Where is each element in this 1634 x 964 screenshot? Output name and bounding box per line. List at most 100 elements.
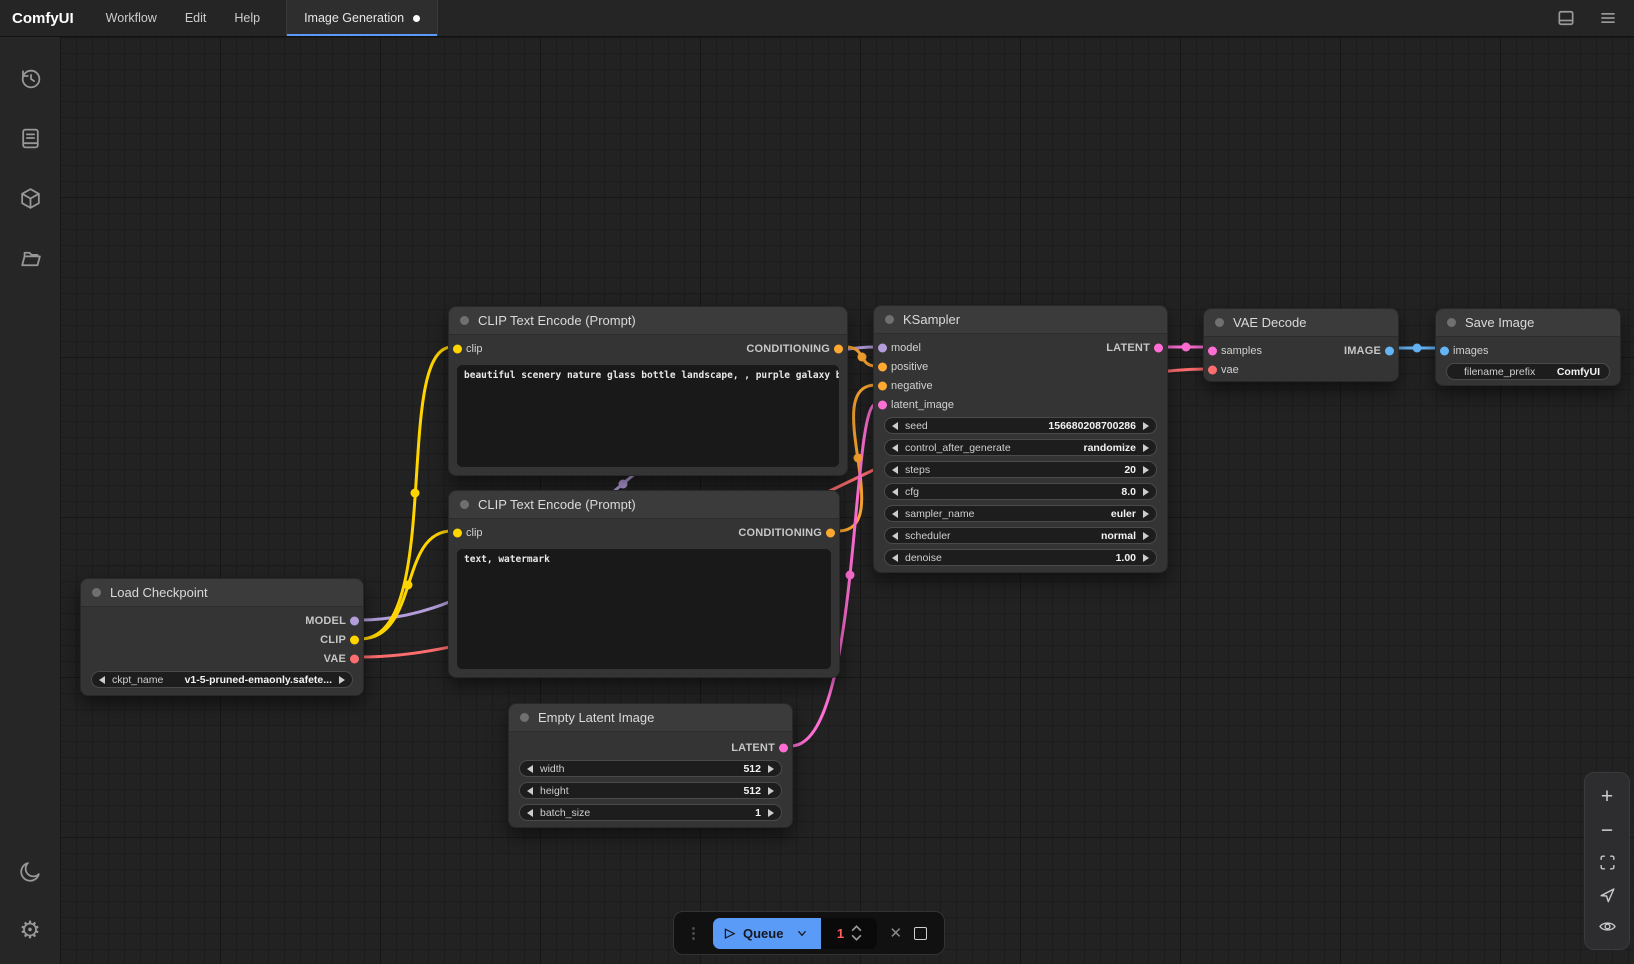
control-after-generate-widget[interactable]: control_after_generate randomize — [884, 439, 1157, 456]
node-library-button[interactable] — [13, 121, 47, 155]
node-load-checkpoint[interactable]: Load Checkpoint MODEL CLIP VAE ckpt_name… — [80, 578, 364, 696]
steps-widget[interactable]: steps 20 — [884, 461, 1157, 478]
collapse-dot-icon[interactable] — [1215, 318, 1224, 327]
menu-workflow[interactable]: Workflow — [92, 0, 171, 36]
collapse-dot-icon[interactable] — [460, 316, 469, 325]
image-output-port[interactable] — [1385, 346, 1394, 355]
ckpt-name-widget[interactable]: ckpt_name v1-5-pruned-emaonly.safete... — [91, 671, 353, 688]
widget-prev-icon[interactable] — [99, 676, 105, 684]
model-library-button[interactable] — [13, 181, 47, 215]
zoom-out-icon[interactable]: − — [1601, 820, 1613, 841]
collapse-dot-icon[interactable] — [460, 500, 469, 509]
widget-next-icon[interactable] — [1143, 444, 1149, 452]
model-output-port[interactable] — [350, 616, 359, 625]
scheduler-widget[interactable]: scheduler normal — [884, 527, 1157, 544]
node-title-bar[interactable]: CLIP Text Encode (Prompt) — [449, 491, 839, 519]
toggle-bottom-panel-icon[interactable] — [1556, 8, 1576, 28]
node-title-bar[interactable]: CLIP Text Encode (Prompt) — [449, 307, 847, 335]
widget-prev-icon[interactable] — [892, 444, 898, 452]
clip-output-port[interactable] — [350, 635, 359, 644]
widget-prev-icon[interactable] — [892, 488, 898, 496]
widget-next-icon[interactable] — [768, 809, 774, 817]
batch-size-widget[interactable]: batch_size 1 — [519, 804, 782, 821]
denoise-widget[interactable]: denoise 1.00 — [884, 549, 1157, 566]
menu-edit[interactable]: Edit — [171, 0, 221, 36]
stepper-down-icon[interactable] — [851, 934, 862, 941]
clip-input-port[interactable] — [453, 528, 462, 537]
clip-input-port[interactable] — [453, 344, 462, 353]
tab-image-generation[interactable]: Image Generation — [287, 0, 437, 36]
select-mode-icon[interactable] — [1598, 885, 1617, 904]
widget-next-icon[interactable] — [1143, 488, 1149, 496]
widget-next-icon[interactable] — [1143, 532, 1149, 540]
sampler-name-widget[interactable]: sampler_name euler — [884, 505, 1157, 522]
widget-next-icon[interactable] — [1143, 422, 1149, 430]
node-title-bar[interactable]: Load Checkpoint — [81, 579, 363, 607]
prompt-textarea[interactable]: text, watermark — [457, 549, 831, 669]
collapse-dot-icon[interactable] — [885, 315, 894, 324]
zoom-in-icon[interactable]: + — [1601, 786, 1613, 807]
latent-output-port[interactable] — [779, 743, 788, 752]
settings-button[interactable]: ⚙ — [13, 914, 47, 948]
vae-output-port[interactable] — [350, 654, 359, 663]
negative-input-port[interactable] — [878, 381, 887, 390]
node-title-bar[interactable]: VAE Decode — [1204, 309, 1398, 337]
height-widget[interactable]: height 512 — [519, 782, 782, 799]
widget-prev-icon[interactable] — [892, 466, 898, 474]
seed-widget[interactable]: seed 156680208700286 — [884, 417, 1157, 434]
collapse-dot-icon[interactable] — [520, 713, 529, 722]
batch-count-input[interactable]: 1 — [821, 918, 877, 949]
model-input-port[interactable] — [878, 343, 887, 352]
widget-next-icon[interactable] — [339, 676, 345, 684]
cfg-widget[interactable]: cfg 8.0 — [884, 483, 1157, 500]
node-ksampler[interactable]: KSampler model LATENT positive negative … — [873, 305, 1168, 573]
node-title-bar[interactable]: Save Image — [1436, 309, 1620, 337]
queue-button[interactable]: ▷ Queue — [713, 918, 821, 949]
latent-image-input-port[interactable] — [878, 400, 887, 409]
clear-queue-icon[interactable]: ✕ — [889, 924, 902, 942]
conditioning-output-port[interactable] — [834, 344, 843, 353]
widget-next-icon[interactable] — [1143, 466, 1149, 474]
collapse-dot-icon[interactable] — [1447, 318, 1456, 327]
theme-toggle-button[interactable] — [13, 854, 47, 888]
filename-prefix-widget[interactable]: filename_prefix ComfyUI — [1446, 363, 1610, 380]
widget-prev-icon[interactable] — [527, 787, 533, 795]
hamburger-menu-icon[interactable] — [1598, 8, 1618, 28]
stop-icon[interactable] — [914, 927, 927, 940]
menu-help[interactable]: Help — [220, 0, 274, 36]
queue-history-button[interactable] — [13, 61, 47, 95]
prompt-textarea[interactable]: beautiful scenery nature glass bottle la… — [457, 365, 839, 467]
node-empty-latent-image[interactable]: Empty Latent Image LATENT width 512 heig… — [508, 703, 793, 828]
width-widget[interactable]: width 512 — [519, 760, 782, 777]
widget-prev-icon[interactable] — [527, 765, 533, 773]
node-title-bar[interactable]: KSampler — [874, 306, 1167, 334]
samples-input-port[interactable] — [1208, 346, 1217, 355]
widget-prev-icon[interactable] — [892, 510, 898, 518]
node-clip-text-encode-negative[interactable]: CLIP Text Encode (Prompt) clip CONDITION… — [448, 490, 840, 678]
stepper-up-icon[interactable] — [851, 925, 862, 932]
widget-next-icon[interactable] — [1143, 554, 1149, 562]
drag-handle-icon[interactable]: ⋮ — [686, 924, 701, 942]
workflows-button[interactable] — [13, 241, 47, 275]
images-input-port[interactable] — [1440, 346, 1449, 355]
node-save-image[interactable]: Save Image images filename_prefix ComfyU… — [1435, 308, 1621, 386]
widget-prev-icon[interactable] — [892, 422, 898, 430]
node-vae-decode[interactable]: VAE Decode samples IMAGE vae — [1203, 308, 1399, 382]
collapse-dot-icon[interactable] — [92, 588, 101, 597]
widget-next-icon[interactable] — [768, 787, 774, 795]
widget-prev-icon[interactable] — [527, 809, 533, 817]
node-title-bar[interactable]: Empty Latent Image — [509, 704, 792, 732]
conditioning-output-port[interactable] — [826, 528, 835, 537]
widget-next-icon[interactable] — [1143, 510, 1149, 518]
positive-input-port[interactable] — [878, 362, 887, 371]
widget-prev-icon[interactable] — [892, 554, 898, 562]
node-graph-canvas[interactable] — [60, 37, 1634, 964]
latent-output-port[interactable] — [1154, 343, 1163, 352]
widget-prev-icon[interactable] — [892, 532, 898, 540]
widget-next-icon[interactable] — [768, 765, 774, 773]
fit-view-icon[interactable] — [1598, 853, 1617, 872]
vae-input-port[interactable] — [1208, 365, 1217, 374]
node-clip-text-encode-positive[interactable]: CLIP Text Encode (Prompt) clip CONDITION… — [448, 306, 848, 476]
chevron-down-icon[interactable] — [795, 926, 809, 940]
toggle-link-visibility-icon[interactable] — [1598, 917, 1617, 936]
